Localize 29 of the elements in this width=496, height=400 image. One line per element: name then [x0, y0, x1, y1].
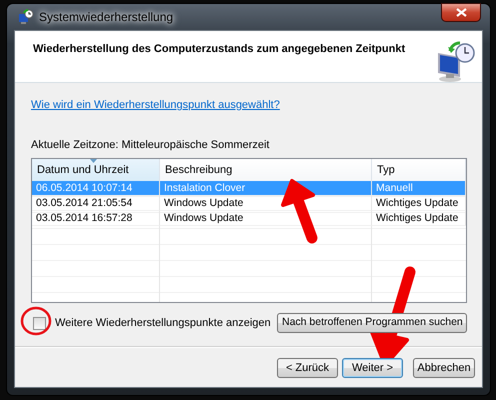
scan-programs-button[interactable]: Nach betroffenen Programmen suchen	[277, 313, 467, 333]
table-cell: Wichtiges Update	[372, 211, 466, 226]
table-cell: 03.05.2014 16:57:28	[32, 211, 160, 226]
monitor-clock-icon	[436, 41, 476, 83]
table-row[interactable]: 03.05.2014 16:57:28 Windows Update Wichtiges Update	[32, 211, 466, 226]
column-header[interactable]: Typ	[372, 159, 466, 181]
column-header[interactable]: Beschreibung	[160, 159, 372, 181]
table-cell: Wichtiges Update	[372, 196, 466, 211]
dialog-button[interactable]: Abbrechen	[413, 358, 475, 378]
window-title: Systemwiederherstellung	[39, 9, 174, 26]
checkbox-label: Weitere Wiederherstellungspunkte anzeigen	[55, 316, 271, 331]
dialog-button[interactable]: < Zurück	[277, 358, 338, 378]
app-icon	[18, 9, 34, 25]
table-cell: Windows Update	[160, 211, 372, 226]
dialog-button[interactable]: Weiter >	[342, 358, 403, 378]
timezone-label: Aktuelle Zeitzone: Mitteleuropäische Sommerzeit	[31, 138, 270, 152]
help-link[interactable]: Wie wird ein Wiederherstellungspunkt ausgewählt?	[31, 97, 280, 114]
checkbox[interactable]	[33, 316, 46, 330]
table-cell: Manuell	[372, 181, 466, 196]
close-icon	[456, 8, 466, 17]
annotation-circle	[20, 306, 52, 336]
page-heading: Wiederherstellung des Computerzustands zum angegebenen Zeitpunkt	[33, 42, 406, 57]
table-cell: Instalation Clover	[160, 181, 372, 196]
sort-icon	[90, 159, 97, 163]
annotation-arrow	[281, 179, 318, 244]
table-cell: 06.05.2014 10:07:14	[32, 181, 160, 196]
column-header[interactable]: Datum und Uhrzeit	[32, 159, 160, 181]
table-cell: 03.05.2014 21:05:54	[32, 196, 160, 211]
close-button[interactable]	[441, 3, 481, 22]
